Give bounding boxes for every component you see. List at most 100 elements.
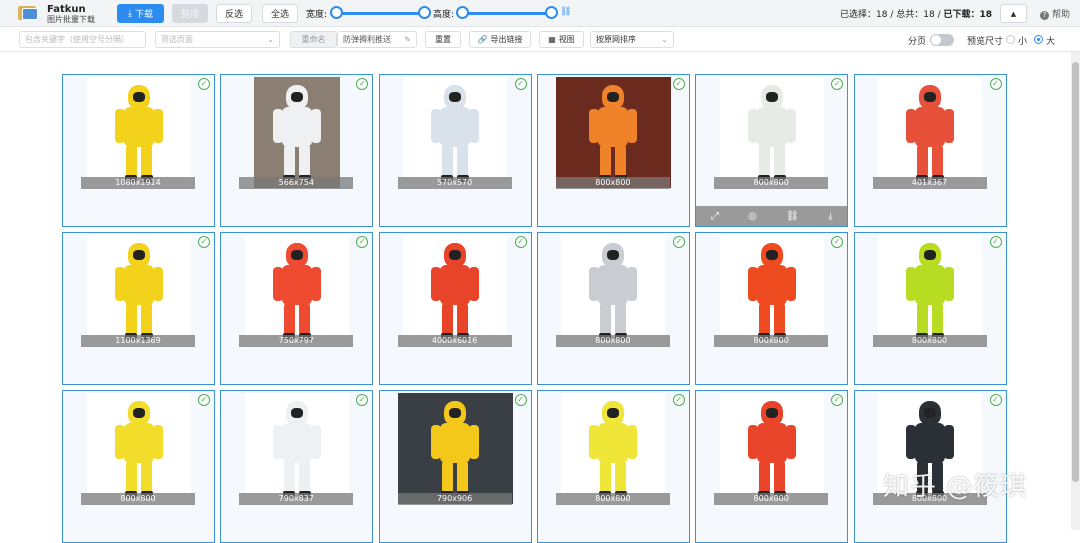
image-card[interactable]: 1100x1369 ✓	[62, 232, 215, 385]
selected-check-icon[interactable]: ✓	[672, 236, 685, 248]
image-dimensions: 570x570	[397, 177, 512, 189]
image-thumbnail[interactable]	[397, 393, 513, 504]
image-card[interactable]: 800x800 ✓	[536, 74, 690, 227]
size-small-label: 小	[1018, 37, 1028, 47]
rename-button[interactable]: 重命名	[290, 31, 337, 48]
size-small-radio[interactable]	[1006, 35, 1015, 44]
selected-check-icon[interactable]: ✓	[989, 236, 1002, 248]
chevron-down-icon: ⌄	[267, 35, 274, 44]
image-card[interactable]: 800x800 ✓	[853, 232, 1007, 385]
image-thumbnail[interactable]	[403, 77, 508, 188]
selected-check-icon[interactable]: ✓	[989, 78, 1002, 90]
invert-selection-button[interactable]: 反选	[216, 4, 252, 23]
sort-select[interactable]: 按原网排序 ⌄	[590, 31, 674, 48]
reset-button[interactable]: 重置	[425, 31, 461, 48]
scroll-top-button[interactable]: ▲	[1000, 4, 1027, 23]
image-grid: 1080x1914 ✓ 566x754 ✓ 570x570 ✓ 800x800 ✓ 800x80…	[62, 74, 1008, 543]
dedupe-button[interactable]: 整理	[172, 4, 208, 23]
download-icon[interactable]: ⤓	[828, 211, 832, 222]
image-dimensions: 1080x1914	[81, 177, 195, 189]
app-logo-icon	[18, 4, 40, 22]
image-thumbnail[interactable]	[878, 77, 982, 188]
paging-toggle[interactable]	[930, 34, 954, 46]
filter-toolbar: 包含关键字（使用空号分隔） 筛选页面 ⌄ 重命名 防弹褥利推送 ✎ 重置 🔗 导出…	[0, 27, 1080, 52]
image-card[interactable]: 790x837 ✓	[220, 390, 374, 543]
height-slider-track[interactable]	[463, 12, 551, 15]
vertical-scrollbar[interactable]	[1071, 52, 1080, 530]
image-thumbnail[interactable]	[86, 77, 191, 188]
width-slider-track[interactable]	[337, 12, 425, 15]
image-card[interactable]: 570x570 ✓	[378, 74, 532, 227]
selected-check-icon[interactable]: ✓	[831, 78, 844, 90]
rename-input[interactable]: 防弹褥利推送 ✎	[337, 31, 417, 48]
width-slider-max-handle[interactable]	[418, 6, 431, 19]
image-thumbnail[interactable]	[86, 393, 191, 504]
size-large-radio[interactable]	[1034, 35, 1043, 44]
selected-check-icon[interactable]: ✓	[831, 394, 844, 406]
image-thumbnail[interactable]	[86, 235, 191, 346]
selected-check-icon[interactable]: ✓	[514, 394, 527, 406]
image-dimensions: 800x800	[714, 335, 829, 347]
image-card[interactable]: 800x800 ✓	[536, 390, 690, 543]
image-thumbnail[interactable]	[878, 235, 982, 346]
selected-check-icon[interactable]: ✓	[198, 78, 210, 90]
image-card[interactable]: 401x367 ✓	[853, 74, 1007, 227]
image-thumbnail[interactable]	[244, 235, 349, 346]
preview-size-label: 预览尺寸	[967, 37, 1004, 47]
question-icon: ?	[1039, 11, 1049, 20]
selected-check-icon[interactable]: ✓	[356, 394, 369, 406]
image-thumbnail[interactable]	[244, 393, 349, 504]
keyword-filter-input[interactable]: 包含关键字（使用空号分隔）	[19, 31, 146, 48]
link-icon: 🔗	[477, 35, 488, 44]
size-large-label: 大	[1046, 37, 1056, 47]
select-all-button[interactable]: 全选	[262, 4, 298, 23]
image-thumbnail[interactable]	[253, 77, 340, 188]
selected-check-icon[interactable]: ✓	[198, 236, 210, 248]
image-thumbnail[interactable]	[561, 393, 666, 504]
selected-check-icon[interactable]: ✓	[672, 394, 685, 406]
image-thumbnail[interactable]	[719, 235, 824, 346]
image-thumbnail[interactable]	[719, 393, 824, 504]
image-card[interactable]: 566x754 ✓	[220, 74, 374, 227]
search-similar-icon[interactable]: ◎	[748, 211, 757, 222]
image-card[interactable]: 800x800 ✓ ⤢ ◎ ⛓ ⤓	[695, 74, 849, 227]
scrollbar-thumb[interactable]	[1072, 62, 1079, 482]
link-sliders-icon[interactable]: ⛓	[560, 7, 571, 17]
app-subtitle: 图片批量下载	[47, 15, 95, 24]
link-icon[interactable]: ⛓	[786, 211, 799, 222]
download-button[interactable]: ⤓ 下载	[117, 4, 164, 23]
export-links-button[interactable]: 🔗 导出链接	[469, 31, 531, 48]
image-card[interactable]: 800x800 ✓	[695, 232, 849, 385]
help-link[interactable]: ? 帮助	[1039, 7, 1070, 20]
height-slider-min-handle[interactable]	[456, 6, 469, 19]
selected-check-icon[interactable]: ✓	[514, 78, 527, 90]
image-card[interactable]: 800x800 ✓	[536, 232, 690, 385]
image-dimensions: 800x800	[555, 493, 670, 505]
expand-icon[interactable]: ⤢	[711, 211, 719, 222]
selected-check-icon[interactable]: ✓	[672, 78, 685, 90]
image-card[interactable]: 750x797 ✓	[220, 232, 374, 385]
view-button[interactable]: ▦ 视图	[539, 31, 584, 48]
image-card[interactable]: 800x800 ✓	[62, 390, 215, 543]
image-card[interactable]: 800x800 ✓	[695, 390, 849, 543]
chevron-up-icon: ▲	[1010, 9, 1017, 18]
height-slider-max-handle[interactable]	[545, 6, 558, 19]
image-thumbnail[interactable]	[555, 77, 671, 188]
page-filter-select[interactable]: 筛选页面 ⌄	[155, 31, 280, 48]
image-thumbnail[interactable]	[719, 77, 824, 188]
selected-check-icon[interactable]: ✓	[989, 394, 1002, 406]
image-thumbnail[interactable]	[403, 235, 508, 346]
image-card[interactable]: 4000x6016 ✓	[378, 232, 532, 385]
selected-check-icon[interactable]: ✓	[356, 78, 369, 90]
paging-label: 分页	[908, 37, 927, 47]
width-slider-min-handle[interactable]	[330, 6, 343, 19]
selected-check-icon[interactable]: ✓	[514, 236, 527, 248]
image-card[interactable]: 790x906 ✓	[378, 390, 532, 543]
image-card[interactable]: 1080x1914 ✓	[62, 74, 215, 227]
selected-check-icon[interactable]: ✓	[356, 236, 369, 248]
selected-check-icon[interactable]: ✓	[198, 394, 210, 406]
selected-check-icon[interactable]: ✓	[831, 236, 844, 248]
image-dimensions: 800x800	[81, 493, 195, 505]
edit-icon: ✎	[404, 35, 411, 44]
image-thumbnail[interactable]	[561, 235, 666, 346]
